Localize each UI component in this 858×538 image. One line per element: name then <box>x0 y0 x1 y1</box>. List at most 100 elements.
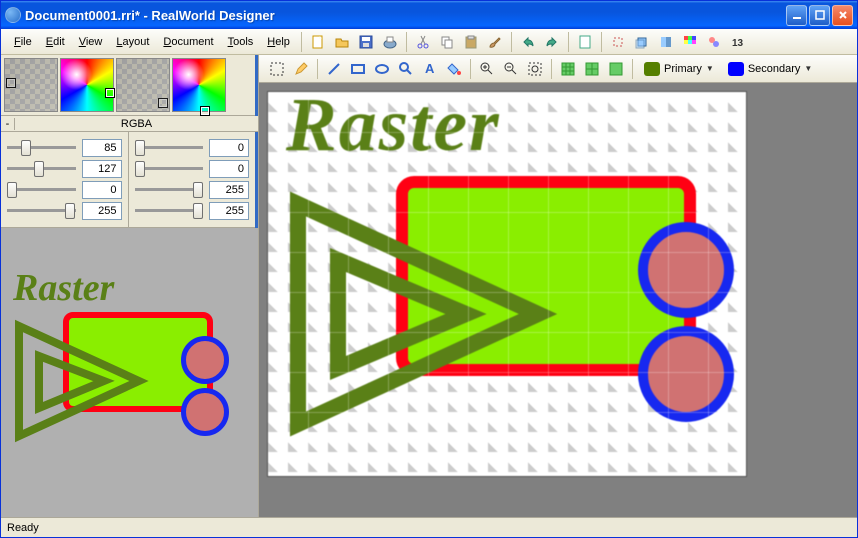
panel-grip[interactable] <box>255 132 258 228</box>
maximize-icon <box>815 10 825 20</box>
grid3-icon <box>608 61 624 77</box>
minimize-icon <box>792 10 802 20</box>
zoom-out-button[interactable] <box>500 58 522 80</box>
preview-text: Raster <box>13 266 114 310</box>
separator <box>511 32 512 52</box>
primary-alpha-swatch[interactable] <box>4 58 58 112</box>
save-icon <box>358 34 374 50</box>
open-button[interactable] <box>331 31 353 53</box>
b2-input[interactable] <box>209 181 249 199</box>
line-tool[interactable] <box>323 58 345 80</box>
brush-button[interactable] <box>484 31 506 53</box>
r2-input[interactable] <box>209 139 249 157</box>
print-icon <box>382 34 398 50</box>
canvas-triangle <box>278 184 558 444</box>
secondary-alpha-swatch[interactable] <box>116 58 170 112</box>
grid2-button[interactable] <box>581 58 603 80</box>
pencil-tool[interactable] <box>290 58 312 80</box>
select-rect-icon <box>269 61 285 77</box>
chevron-down-icon: ▼ <box>706 64 714 73</box>
r-slider[interactable] <box>7 141 76 155</box>
text-tool-icon: A <box>422 61 438 77</box>
b-slider[interactable] <box>7 183 76 197</box>
secondary-sliders <box>129 132 256 227</box>
text-tool[interactable]: A <box>419 58 441 80</box>
close-button[interactable] <box>832 5 853 26</box>
secondary-color-blob <box>728 62 744 76</box>
separator <box>317 59 318 79</box>
cut-button[interactable] <box>412 31 434 53</box>
a2-slider[interactable] <box>135 204 204 218</box>
panel-grip[interactable] <box>255 55 258 116</box>
copy-button[interactable] <box>436 31 458 53</box>
flip-button[interactable] <box>655 31 677 53</box>
g2-input[interactable] <box>209 160 249 178</box>
magnify-tool[interactable] <box>395 58 417 80</box>
separator <box>568 32 569 52</box>
line-icon <box>326 61 342 77</box>
secondary-spectrum-swatch[interactable] <box>172 58 226 112</box>
r-input[interactable] <box>82 139 122 157</box>
ellipse-tool[interactable] <box>371 58 393 80</box>
menu-view[interactable]: View <box>72 33 110 51</box>
preview-circle-1 <box>181 336 229 384</box>
g-input[interactable] <box>82 160 122 178</box>
crop-button[interactable] <box>607 31 629 53</box>
undo-icon <box>520 34 536 50</box>
b2-slider[interactable] <box>135 183 204 197</box>
zoom-in-button[interactable] <box>476 58 498 80</box>
statusbar: Ready <box>1 517 857 537</box>
ellipse-tool-icon <box>374 61 390 77</box>
close-icon <box>838 10 848 20</box>
undo-button[interactable] <box>517 31 539 53</box>
link-button[interactable]: 13 <box>727 31 749 53</box>
left-panel: - RGBA <box>1 55 259 517</box>
redo-button[interactable] <box>541 31 563 53</box>
canvas-viewport[interactable]: Raster <box>259 83 857 517</box>
new-button[interactable] <box>307 31 329 53</box>
g-slider[interactable] <box>7 162 76 176</box>
separator <box>551 59 552 79</box>
primary-color-dropdown[interactable]: Primary ▼ <box>637 59 721 79</box>
grid2-icon <box>584 61 600 77</box>
a-slider[interactable] <box>7 204 76 218</box>
a2-input[interactable] <box>209 202 249 220</box>
select-tool[interactable] <box>266 58 288 80</box>
menu-edit[interactable]: Edit <box>39 33 72 51</box>
menu-document[interactable]: Document <box>156 33 220 51</box>
separator <box>301 32 302 52</box>
status-text: Ready <box>7 522 39 534</box>
save-button[interactable] <box>355 31 377 53</box>
canvas[interactable]: Raster <box>267 91 747 477</box>
redo-icon <box>544 34 560 50</box>
menu-help[interactable]: Help <box>260 33 297 51</box>
menu-layout[interactable]: Layout <box>109 33 156 51</box>
minimize-button[interactable] <box>786 5 807 26</box>
eyedrop-icon <box>706 34 722 50</box>
document-button[interactable] <box>574 31 596 53</box>
grid3-button[interactable] <box>605 58 627 80</box>
maximize-button[interactable] <box>809 5 830 26</box>
rect-tool[interactable] <box>347 58 369 80</box>
grid1-button[interactable] <box>557 58 579 80</box>
collapse-button[interactable]: - <box>1 118 15 130</box>
zoom-fit-button[interactable] <box>524 58 546 80</box>
r2-slider[interactable] <box>135 141 204 155</box>
g2-slider[interactable] <box>135 162 204 176</box>
fill-tool[interactable] <box>443 58 465 80</box>
a-input[interactable] <box>82 202 122 220</box>
menu-tools[interactable]: Tools <box>221 33 261 51</box>
colors-button[interactable] <box>679 31 701 53</box>
paste-button[interactable] <box>460 31 482 53</box>
menu-file[interactable]: File <box>7 33 39 51</box>
print-button[interactable] <box>379 31 401 53</box>
primary-spectrum-swatch[interactable] <box>60 58 114 112</box>
rotate-button[interactable] <box>631 31 653 53</box>
eyedrop-button[interactable] <box>703 31 725 53</box>
magnify-icon <box>398 61 414 77</box>
b-input[interactable] <box>82 181 122 199</box>
flip-icon <box>658 34 674 50</box>
paste-icon <box>463 34 479 50</box>
secondary-color-dropdown[interactable]: Secondary ▼ <box>721 59 820 79</box>
preview-panel: Raster <box>1 228 258 517</box>
